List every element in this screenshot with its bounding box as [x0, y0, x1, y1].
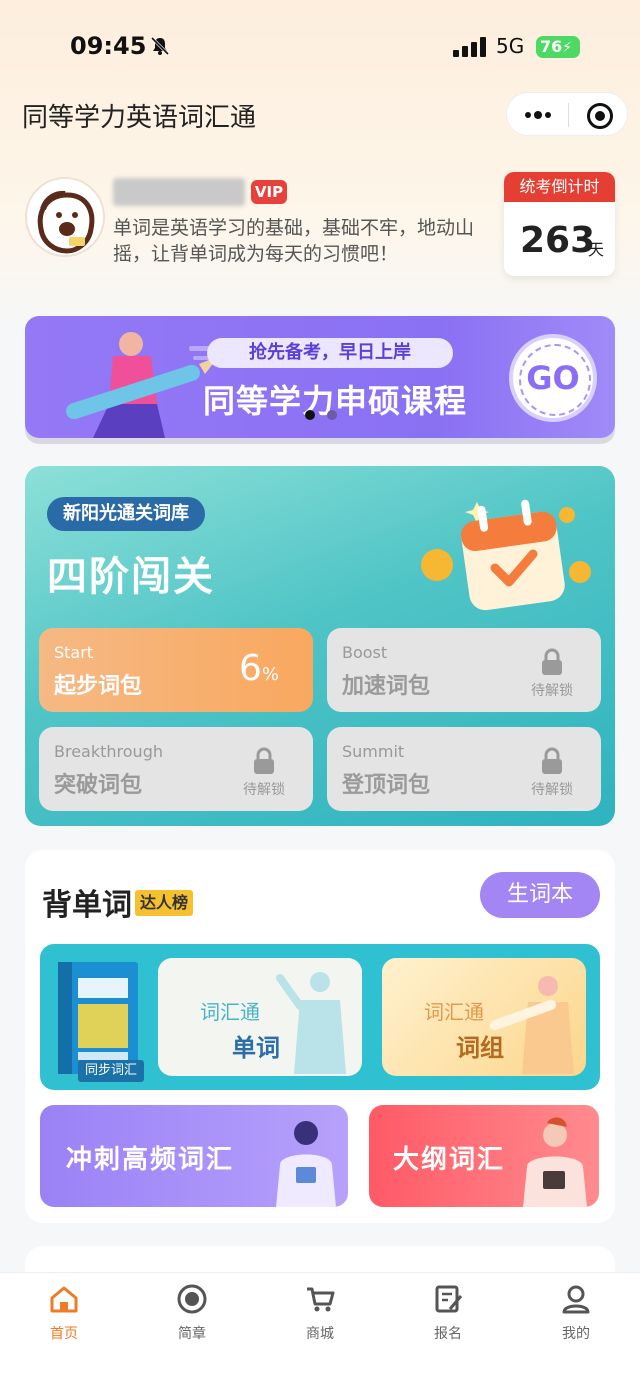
lock-icon: [542, 648, 562, 675]
username-blurred: [113, 178, 245, 206]
reading-person-illustration: [276, 1121, 336, 1207]
signal-icon: [453, 37, 486, 57]
vip-badge: VIP: [251, 180, 287, 204]
vocab-prefix: 词汇通: [200, 1000, 260, 1024]
cart-icon: [307, 1287, 335, 1312]
outline-label: 大纲词汇: [393, 1145, 506, 1175]
network-label: 5G: [496, 34, 525, 58]
banner-tagline: 抢先备考，早日上岸: [207, 338, 453, 368]
go-label: GO: [526, 359, 580, 397]
capsule-divider: [568, 103, 569, 127]
tab-mine[interactable]: 我的: [526, 1283, 626, 1343]
home-icon: [50, 1286, 78, 1313]
person-illustration: [276, 972, 346, 1074]
motto-text: 单词是英语学习的基础，基础不牢，地动山摇，让背单词成为每天的习惯吧！: [113, 217, 475, 265]
sync-vocabulary-label: 同步词汇: [78, 1060, 144, 1082]
progress-value: 6: [239, 648, 262, 689]
vocab-words-card[interactable]: 词汇通 单词: [158, 958, 362, 1076]
studying-person-illustration: [523, 1117, 587, 1207]
level-en: Breakthrough: [54, 742, 163, 761]
lock-status: 待解锁: [531, 782, 573, 798]
avatar[interactable]: [25, 177, 105, 257]
tab-label: 简章: [178, 1326, 206, 1342]
lock-status: 待解锁: [531, 683, 573, 699]
vocab-label: 单词: [232, 1034, 280, 1062]
edit-icon: [435, 1285, 463, 1313]
tab-label: 商城: [306, 1326, 334, 1342]
level-card-summit[interactable]: Summit 登顶词包 待解锁: [327, 727, 601, 811]
tab-label: 首页: [50, 1326, 78, 1342]
bell-off-icon: [150, 36, 170, 56]
sprint-label: 冲刺高频词汇: [66, 1145, 235, 1175]
record-icon: [177, 1284, 207, 1314]
level-card-start[interactable]: Start 起步词包 6%: [39, 628, 313, 712]
countdown-unit: 天: [588, 240, 605, 259]
tab-brochure[interactable]: 简章: [142, 1283, 242, 1343]
vocabulary-section: 背单词 达人榜 生词本 同步词汇 词汇通 单词 词汇通 词组 冲刺高频词汇 大纲…: [25, 850, 615, 1223]
level-cn: 突破词包: [54, 773, 143, 798]
progress-unit: %: [261, 664, 280, 685]
tab-register[interactable]: 报名: [398, 1283, 498, 1343]
tab-home[interactable]: 首页: [14, 1283, 114, 1343]
leaderboard-badge[interactable]: 达人榜: [135, 890, 194, 916]
vocab-phrases-card[interactable]: 词汇通 词组: [382, 958, 586, 1076]
mini-program-capsule: [506, 92, 628, 136]
lock-status: 待解锁: [243, 782, 285, 798]
lock-icon: [542, 747, 562, 774]
tab-label: 报名: [434, 1326, 462, 1342]
tab-label: 我的: [562, 1326, 590, 1342]
battery-level: 76: [540, 37, 563, 56]
library-label: 新阳光通关词库: [47, 497, 205, 531]
levels-title: 四阶闯关: [47, 554, 215, 600]
exam-countdown[interactable]: 统考倒计时 263 天: [504, 172, 615, 276]
outline-vocabulary-card[interactable]: 大纲词汇: [369, 1105, 599, 1207]
sprint-vocabulary-card[interactable]: 冲刺高频词汇: [40, 1105, 348, 1207]
student-pencil-illustration: [66, 332, 219, 438]
level-card-boost[interactable]: Boost 加速词包 待解锁: [327, 628, 601, 712]
battery-icon: 76⚡: [536, 36, 580, 58]
level-card-breakthrough[interactable]: Breakthrough 突破词包 待解锁: [39, 727, 313, 811]
tab-bar: 首页 简章 商城 报名 我的: [0, 1272, 640, 1391]
tab-mall[interactable]: 商城: [270, 1283, 370, 1343]
more-icon[interactable]: [523, 107, 553, 123]
page-title: 同等学力英语词汇通: [22, 103, 257, 133]
new-words-book-button[interactable]: 生词本: [480, 872, 600, 918]
level-en: Boost: [342, 643, 388, 662]
section-heading: 背单词: [42, 888, 132, 923]
go-button[interactable]: GO: [509, 334, 597, 422]
level-cn: 加速词包: [342, 674, 431, 699]
sync-vocabulary-panel: 同步词汇 词汇通 单词 词汇通 词组: [40, 944, 600, 1090]
vocab-label: 词组: [456, 1034, 504, 1062]
user-icon: [562, 1285, 590, 1314]
close-miniprogram-icon[interactable]: [587, 103, 613, 129]
banner-pagination[interactable]: [302, 409, 342, 421]
status-time: 09:45: [70, 32, 147, 60]
level-en: Start: [54, 643, 94, 662]
vocab-prefix: 词汇通: [424, 1000, 484, 1024]
four-levels-section: 新阳光通关词库 四阶闯关 Start 起步词包 6% Boost 加速词包 待解…: [25, 466, 615, 826]
countdown-label: 统考倒计时: [504, 172, 615, 202]
level-en: Summit: [342, 742, 405, 761]
calendar-check-icon: [421, 499, 591, 611]
level-progress: 6%: [239, 648, 279, 689]
level-cn: 登顶词包: [342, 773, 431, 798]
avatar-mascot-icon: [37, 190, 95, 254]
level-cn: 起步词包: [54, 674, 143, 699]
lock-icon: [254, 747, 274, 774]
countdown-days: 263: [520, 220, 596, 261]
